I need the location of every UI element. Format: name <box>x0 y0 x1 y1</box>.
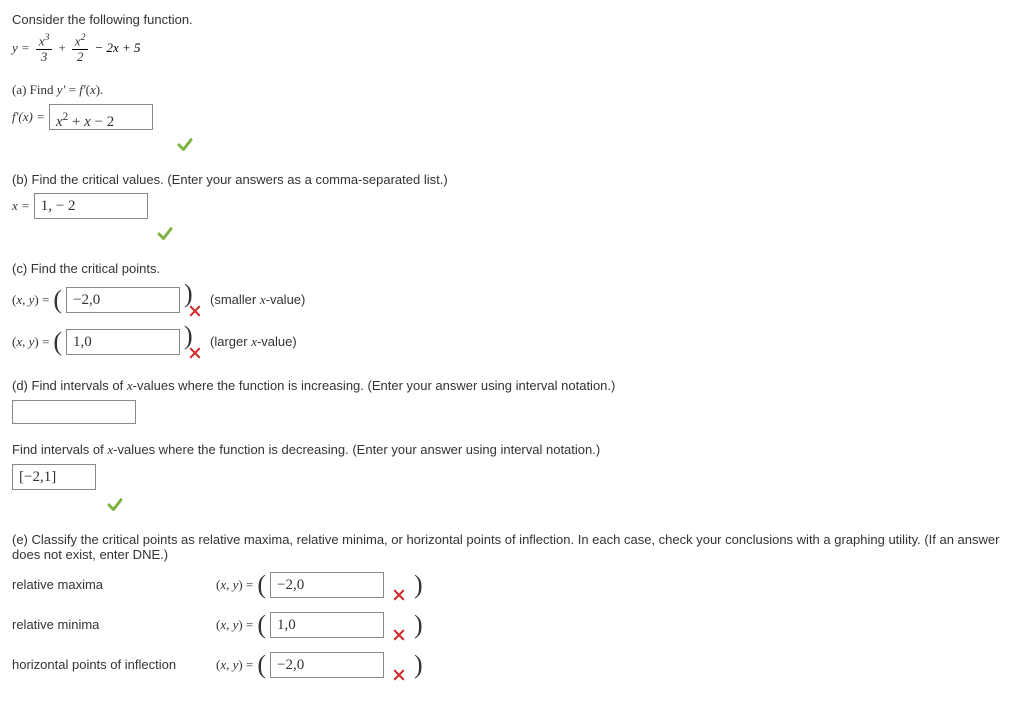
part-d2: Find intervals of x-values where the fun… <box>12 442 1012 514</box>
close-paren-icon: ) <box>414 573 423 597</box>
larger-x-hint: (larger x-value) <box>210 334 297 350</box>
part-b-prompt: (b) Find the critical values. (Enter you… <box>12 172 1012 187</box>
fraction-1: x3 3 <box>36 33 53 64</box>
open-paren-icon: ( <box>53 288 62 312</box>
smaller-x-hint: (smaller x-value) <box>210 292 305 308</box>
y-equals: y = <box>12 40 30 56</box>
xy-label-e2: (x, y) = <box>216 617 253 633</box>
part-c-answer-1-input[interactable]: −2,0 <box>66 287 180 313</box>
part-e-prompt: (e) Classify the critical points as rela… <box>12 532 1012 562</box>
part-e-inflection-input[interactable]: −2,0 <box>270 652 384 678</box>
function-tail: − 2x + 5 <box>94 40 140 56</box>
fraction-2: x2 2 <box>72 33 89 64</box>
part-d2-answer-input[interactable]: [−2,1] <box>12 464 96 490</box>
part-e: (e) Classify the critical points as rela… <box>12 532 1012 682</box>
part-b: (b) Find the critical values. (Enter you… <box>12 172 1012 243</box>
part-d-prompt: (d) Find intervals of x-values where the… <box>12 378 1012 394</box>
open-paren-icon: ( <box>257 573 266 597</box>
part-d2-feedback <box>102 496 1012 514</box>
part-b-answer-input[interactable]: 1, − 2 <box>34 193 148 219</box>
cross-icon <box>188 304 202 318</box>
intro-line: Consider the following function. <box>12 12 1012 27</box>
intro-text: Consider the following function. y = x3 … <box>12 12 1012 64</box>
check-icon <box>156 225 174 243</box>
close-paren-icon: ) <box>414 653 423 677</box>
fprime-lhs: f'(x) = <box>12 109 45 125</box>
close-paren-icon: ) <box>184 324 193 348</box>
xy-label-1: (x, y) = <box>12 292 49 308</box>
part-a-prompt: (a) Find y' = f'(x). <box>12 82 1012 98</box>
cross-icon <box>392 628 406 642</box>
open-paren-icon: ( <box>257 613 266 637</box>
part-c-answer-2-input[interactable]: 1,0 <box>66 329 180 355</box>
inflection-label: horizontal points of inflection <box>12 657 212 672</box>
plus-1: + <box>58 40 65 56</box>
part-b-feedback <box>152 225 1012 243</box>
open-paren-icon: ( <box>257 653 266 677</box>
open-paren-icon: ( <box>53 330 62 354</box>
part-d-answer-input[interactable] <box>12 400 136 424</box>
part-a: (a) Find y' = f'(x). f'(x) = x2 + x − 2 <box>12 82 1012 154</box>
cross-icon <box>392 588 406 602</box>
part-d2-prompt: Find intervals of x-values where the fun… <box>12 442 1012 458</box>
part-c-prompt: (c) Find the critical points. <box>12 261 1012 276</box>
xy-label-e1: (x, y) = <box>216 577 253 593</box>
x-equals: x = <box>12 198 30 214</box>
part-e-maxima-input[interactable]: −2,0 <box>270 572 384 598</box>
part-e-minima-input[interactable]: 1,0 <box>270 612 384 638</box>
xy-label-2: (x, y) = <box>12 334 49 350</box>
part-a-answer-input[interactable]: x2 + x − 2 <box>49 104 153 130</box>
check-icon <box>176 136 194 154</box>
close-paren-icon: ) <box>184 282 193 306</box>
part-c: (c) Find the critical points. (x, y) = (… <box>12 261 1012 360</box>
relative-maxima-label: relative maxima <box>12 577 212 592</box>
part-a-feedback <box>172 136 1012 154</box>
part-d: (d) Find intervals of x-values where the… <box>12 378 1012 424</box>
cross-icon <box>188 346 202 360</box>
relative-minima-label: relative minima <box>12 617 212 632</box>
function-definition: y = x3 3 + x2 2 − 2x + 5 <box>12 33 1012 64</box>
xy-label-e3: (x, y) = <box>216 657 253 673</box>
check-icon <box>106 496 124 514</box>
close-paren-icon: ) <box>414 613 423 637</box>
